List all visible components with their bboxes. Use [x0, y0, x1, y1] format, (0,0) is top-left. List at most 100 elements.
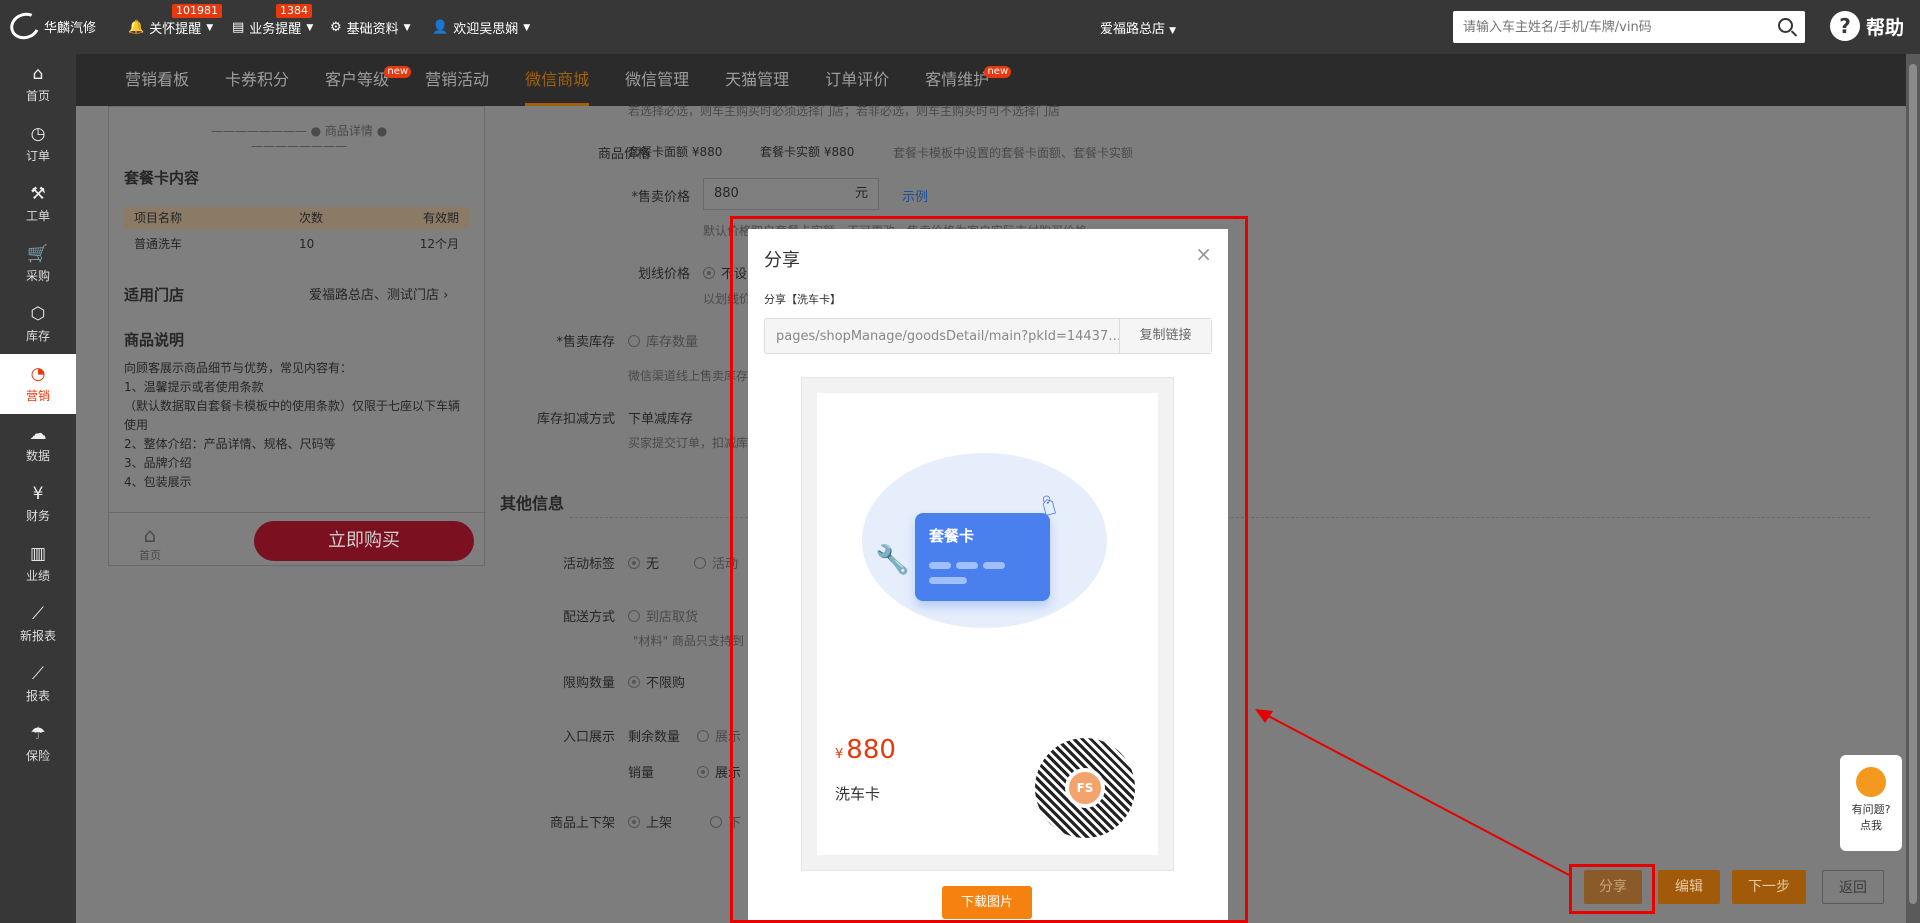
sub-nav: 营销看板 卡券积分 客户等级 new 营销活动 微信商城 微信管理 天猫管理 订单…: [76, 54, 1920, 106]
line-price-label: 划线价格: [637, 267, 690, 282]
limit-label: 限购数量: [562, 676, 615, 691]
tab-tmall-manage[interactable]: 天猫管理: [725, 54, 789, 106]
document-icon: ▤: [232, 20, 245, 35]
tab-coupons-points[interactable]: 卡券积分: [225, 54, 289, 106]
business-reminder-menu[interactable]: ▤ 业务提醒 ▼ 1384: [232, 4, 314, 37]
sell-price-input[interactable]: 880 元: [703, 178, 879, 210]
search-input[interactable]: [1453, 11, 1753, 43]
nav-icon: ▥: [29, 544, 47, 564]
sidebar-item-label: 首页: [25, 89, 50, 103]
sidebar-item[interactable]: ¥ 财务: [0, 474, 76, 534]
nav-icon: ⬡: [30, 304, 46, 324]
scrollbar[interactable]: [1906, 54, 1920, 923]
sidebar-item[interactable]: ⟋ 新报表: [0, 594, 76, 654]
ship-label: 配送方式: [562, 610, 615, 625]
buy-now-button[interactable]: 立即购买: [254, 521, 474, 561]
edit-button[interactable]: 编辑: [1658, 870, 1720, 904]
sidebar-item[interactable]: ⟋ 报表: [0, 654, 76, 714]
product-preview: ———————— ● 商品详情 ● ———————— 套餐卡内容 项目名称 次数有…: [108, 106, 486, 566]
tab-marketing-board[interactable]: 营销看板: [125, 54, 189, 106]
sidebar-item[interactable]: ⬡ 库存: [0, 294, 76, 354]
onoff-label: 商品上下架: [549, 816, 615, 831]
search-box: [1453, 11, 1805, 43]
face-value: 套餐卡面额 ¥880: [628, 145, 723, 159]
radio-icon: [694, 557, 706, 569]
question-icon: ?: [1830, 11, 1860, 41]
tab-marketing-activity[interactable]: 营销活动: [425, 54, 489, 106]
logo-icon: [6, 8, 44, 44]
nav-icon: ◷: [30, 124, 46, 144]
tag-radio-none[interactable]: 无: [628, 553, 659, 572]
nav-icon: ⌂: [32, 64, 44, 84]
sidebar-item[interactable]: ◔ 营销: [0, 354, 76, 414]
nav-icon: 🛒: [27, 244, 49, 264]
nav-icon: ¥: [32, 484, 44, 504]
caret-down-icon: ▼: [306, 22, 314, 33]
package-table: 项目名称 次数 有效期 普通洗车 10 12个月: [124, 207, 469, 259]
sidebar-item[interactable]: ▥ 业绩: [0, 534, 76, 594]
next-button[interactable]: 下一步: [1732, 870, 1806, 904]
basic-data-menu[interactable]: ⚙ 基础资料 ▼: [330, 18, 411, 37]
help-button[interactable]: ? 帮助: [1830, 11, 1904, 41]
limit-radio[interactable]: 不限购: [628, 672, 685, 691]
nav-icon: ☂: [30, 724, 46, 744]
sidebar-item[interactable]: ⚒ 工单: [0, 174, 76, 234]
care-reminder-menu[interactable]: 🔔 关怀提醒 ▼ 101981: [128, 4, 222, 37]
new-badge: new: [384, 66, 412, 78]
table-header: 项目名称 次数 有效期: [124, 207, 469, 229]
sidebar-item-label: 保险: [25, 749, 50, 763]
user-menu[interactable]: 👤 欢迎吴思娴 ▼: [432, 18, 530, 37]
sidebar-item-label: 新报表: [19, 629, 56, 643]
tab-customer-care[interactable]: 客情维护 new: [925, 54, 1012, 106]
section-separator: ———————— ● 商品详情 ● ————————: [210, 124, 388, 153]
real-value: 套餐卡实额 ¥880: [760, 145, 855, 159]
table-row: 普通洗车 10 12个月: [134, 237, 459, 251]
radio-icon: [703, 267, 715, 279]
sidebar-item-label: 数据: [25, 449, 50, 463]
caret-down-icon: ▼: [1169, 26, 1177, 36]
caret-down-icon: ▼: [206, 22, 214, 33]
chevron-right-icon: ›: [443, 288, 449, 303]
tab-wechat-manage[interactable]: 微信管理: [625, 54, 689, 106]
entry-remaining: 剩余数量: [628, 730, 681, 745]
tag-label: 活动标签: [562, 557, 615, 572]
gear-icon: ⚙: [330, 20, 342, 35]
sidebar-item-label: 业绩: [25, 569, 50, 583]
caret-down-icon: ▼: [523, 22, 531, 33]
on-radio[interactable]: 上架: [628, 812, 672, 831]
entry-sales: 销量: [628, 766, 655, 781]
radio-icon: [710, 816, 722, 828]
home-link[interactable]: ⌂ 首页: [139, 523, 161, 563]
sidebar-item[interactable]: ◷ 订单: [0, 114, 76, 174]
user-icon: 👤: [432, 20, 449, 35]
sidebar-item-label: 工单: [25, 209, 50, 223]
stock-radio[interactable]: 库存数量: [628, 331, 698, 350]
entry-label: 入口展示: [562, 730, 615, 745]
tab-order-review[interactable]: 订单评价: [825, 54, 889, 106]
unit-label: 元: [854, 186, 868, 201]
tab-customer-level[interactable]: 客户等级 new: [325, 54, 412, 106]
stores-value[interactable]: 爱福路总店、测试门店 ›: [309, 284, 448, 303]
radio-icon: [628, 610, 640, 622]
sidebar-item[interactable]: 🛒 采购: [0, 234, 76, 294]
sidebar-item-label: 库存: [25, 329, 50, 343]
sidebar-item[interactable]: ⌂ 首页: [0, 54, 76, 114]
home-icon: ⌂: [143, 523, 157, 547]
tab-wechat-mall[interactable]: 微信商城: [525, 54, 590, 106]
sidebar-item-label: 营销: [25, 389, 50, 403]
logo[interactable]: 华麟汽修: [6, 8, 96, 44]
radio-icon: [628, 676, 640, 688]
search-icon[interactable]: [1778, 18, 1793, 33]
sidebar-item[interactable]: ☂ 保险: [0, 714, 76, 774]
example-link[interactable]: 示例: [902, 186, 928, 205]
ship-radio[interactable]: 到店取货: [628, 606, 698, 625]
back-button[interactable]: 返回: [1822, 870, 1884, 904]
biz-badge: 1384: [276, 4, 312, 18]
price-hint: 套餐卡模板中设置的套餐卡面额、套餐卡实额: [893, 146, 1134, 160]
store-selector[interactable]: 爱福路总店 ▼: [1100, 18, 1176, 37]
scrollbar-thumb[interactable]: [1909, 64, 1917, 904]
sidebar-item[interactable]: ☁ 数据: [0, 414, 76, 474]
nav-icon: ◔: [30, 364, 46, 384]
bell-icon: 🔔: [128, 20, 145, 35]
chat-widget[interactable]: 有问题? 点我: [1840, 755, 1902, 851]
